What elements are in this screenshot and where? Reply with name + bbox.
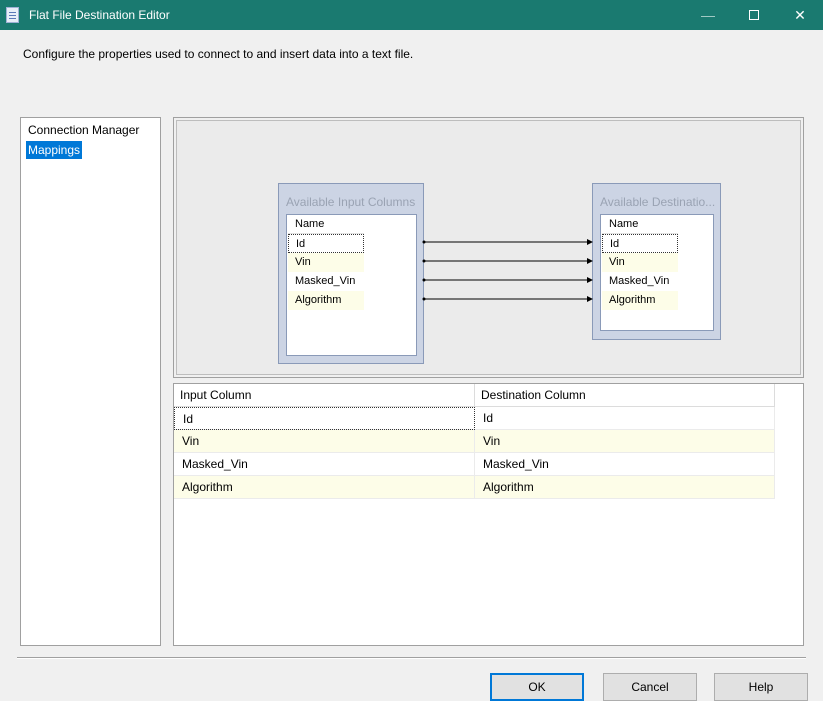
- document-icon: [6, 7, 19, 23]
- table-row[interactable]: Vin Vin: [174, 430, 775, 453]
- close-button[interactable]: ✕: [777, 0, 823, 30]
- input-cell[interactable]: Id: [174, 407, 475, 430]
- ok-button[interactable]: OK: [490, 673, 584, 701]
- destination-cell[interactable]: Id: [475, 407, 775, 430]
- destination-cell[interactable]: Vin: [475, 430, 775, 453]
- table-row[interactable]: Id Id: [174, 407, 775, 430]
- header-destination-column[interactable]: Destination Column: [475, 384, 775, 407]
- mapping-dot-id: [422, 240, 426, 244]
- input-cell[interactable]: Masked_Vin: [174, 453, 475, 476]
- table-row[interactable]: Masked_Vin Masked_Vin: [174, 453, 775, 476]
- footer-divider: [17, 657, 806, 658]
- mapping-dot-vin: [422, 259, 426, 263]
- mapping-dot-masked-vin: [422, 278, 426, 282]
- editor-description: Configure the properties used to connect…: [23, 47, 414, 61]
- cancel-button[interactable]: Cancel: [603, 673, 697, 701]
- input-cell[interactable]: Algorithm: [174, 476, 475, 499]
- mapping-arrows: [422, 239, 593, 302]
- input-cell[interactable]: Vin: [174, 430, 475, 453]
- page-navigation: Connection Manager Mappings: [20, 117, 161, 646]
- destination-cell[interactable]: Algorithm: [475, 476, 775, 499]
- grid-header: Input Column Destination Column: [174, 384, 775, 407]
- header-input-column[interactable]: Input Column: [174, 384, 475, 407]
- window-title: Flat File Destination Editor: [29, 8, 170, 22]
- destination-cell[interactable]: Masked_Vin: [475, 453, 775, 476]
- help-button[interactable]: Help: [714, 673, 808, 701]
- table-row[interactable]: Algorithm Algorithm: [174, 476, 775, 499]
- mapping-dot-algorithm: [422, 297, 426, 301]
- minimize-button[interactable]: —: [685, 0, 731, 30]
- mapping-grid: Input Column Destination Column Id Id Vi…: [173, 383, 804, 646]
- mapping-diagram: Available Input Columns Name Id Vin Mask…: [173, 117, 804, 378]
- title-bar: Flat File Destination Editor — ✕: [0, 0, 823, 30]
- nav-item-mappings[interactable]: Mappings: [26, 141, 83, 159]
- maximize-button[interactable]: [731, 0, 777, 30]
- nav-item-connection-manager[interactable]: Connection Manager: [26, 121, 141, 139]
- maximize-icon: [749, 10, 759, 20]
